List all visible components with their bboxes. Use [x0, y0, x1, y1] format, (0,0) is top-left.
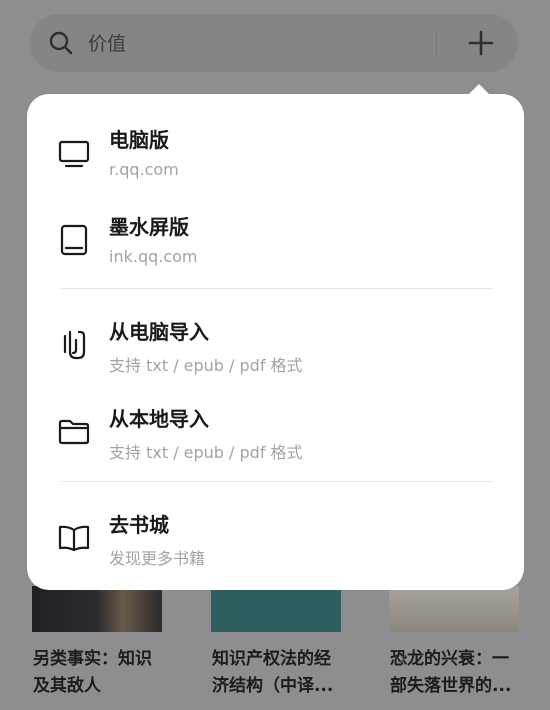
- menu-item-subtitle: 支持 txt / epub / pdf 格式: [109, 443, 303, 462]
- search-bar[interactable]: 价值: [30, 14, 518, 72]
- menu-item-import-pc[interactable]: 从电脑导入 支持 txt / epub / pdf 格式: [27, 304, 524, 386]
- open-book-icon: [58, 525, 90, 552]
- menu-item-bookstore[interactable]: 去书城 发现更多书籍: [27, 497, 524, 579]
- search-query[interactable]: 价值: [88, 29, 126, 56]
- menu-item-subtitle: 发现更多书籍: [109, 549, 206, 568]
- menu-item-subtitle: 支持 txt / epub / pdf 格式: [109, 356, 303, 375]
- book-title-1[interactable]: 另类事实：知识 及其敌人: [33, 646, 183, 700]
- menu-divider: [61, 288, 493, 289]
- menu-item-title: 从电脑导入: [109, 320, 209, 344]
- menu-item-title: 墨水屏版: [109, 215, 189, 239]
- menu-item-desktop[interactable]: 电脑版 r.qq.com: [27, 112, 524, 194]
- add-menu-popup: 电脑版 r.qq.com 墨水屏版 ink.qq.com 从电脑导入 支持 tx…: [27, 94, 524, 590]
- search-icon: [49, 31, 73, 55]
- menu-item-title: 电脑版: [109, 128, 169, 152]
- book-cover-3[interactable]: [389, 586, 519, 632]
- book-cover-2[interactable]: [211, 586, 341, 632]
- book-title-2[interactable]: 知识产权法的经 济结构（中译...: [212, 646, 362, 700]
- monitor-icon: [58, 140, 90, 168]
- folder-icon: [58, 419, 90, 445]
- menu-item-eink[interactable]: 墨水屏版 ink.qq.com: [27, 199, 524, 281]
- menu-item-subtitle: ink.qq.com: [109, 247, 198, 266]
- book-cover-1[interactable]: [32, 586, 162, 632]
- paperclip-icon: [63, 330, 86, 360]
- search-divider: [436, 30, 437, 56]
- menu-item-title: 从本地导入: [109, 407, 209, 431]
- tablet-icon: [60, 224, 88, 256]
- menu-item-import-local[interactable]: 从本地导入 支持 txt / epub / pdf 格式: [27, 391, 524, 473]
- menu-item-title: 去书城: [109, 513, 169, 537]
- book-title-3[interactable]: 恐龙的兴衰：一 部失落世界的...: [390, 646, 540, 700]
- menu-item-subtitle: r.qq.com: [109, 160, 179, 179]
- add-button[interactable]: [462, 24, 500, 62]
- plus-icon: [468, 30, 494, 56]
- menu-divider: [61, 481, 493, 482]
